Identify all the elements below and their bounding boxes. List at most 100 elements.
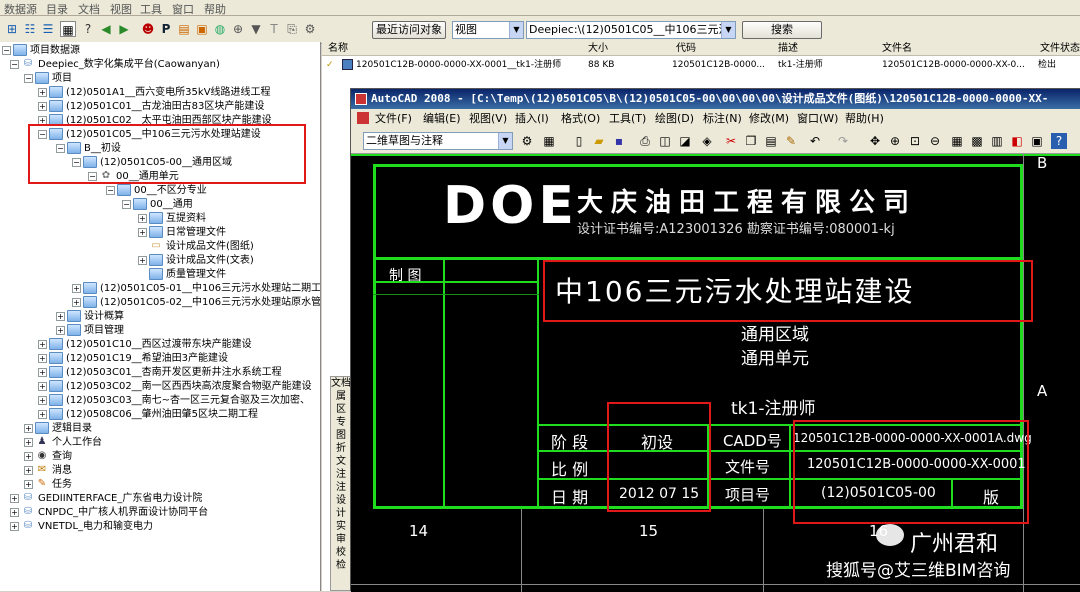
grid-icon[interactable]: ▦ (60, 21, 76, 37)
menu-document[interactable]: 文档 (78, 1, 100, 17)
expand-icon[interactable]: + (138, 255, 147, 265)
chevron-down-icon[interactable]: ▼ (721, 22, 735, 38)
copy-icon[interactable]: ❐ (743, 133, 759, 149)
back-icon[interactable]: ◀ (98, 21, 114, 37)
tree-node-area[interactable]: + (12)0501C05-02__中106三元污水处理站原水管 (72, 296, 320, 310)
collapse-icon[interactable]: − (106, 185, 115, 195)
expand-icon[interactable]: + (38, 409, 47, 419)
preview-icon[interactable]: ◫ (657, 133, 673, 149)
expand-icon[interactable]: + (138, 213, 147, 223)
match-properties-icon[interactable]: ✎ (783, 133, 799, 149)
tree-node-project[interactable]: + (12)0503C01__杏南开发区更新井注水系统工程 (38, 366, 282, 380)
expand-icon[interactable]: + (10, 521, 19, 531)
list-icon[interactable]: ☰ (40, 21, 56, 37)
help-icon[interactable]: ? (1051, 133, 1067, 149)
column-size[interactable]: 大小 (588, 42, 608, 56)
acad-menu-file[interactable]: 文件(F) (375, 109, 412, 128)
menu-catalog[interactable]: 目录 (46, 1, 68, 17)
tree-node-project[interactable]: + (12)0501C01__古龙油田古83区块产能建设 (38, 100, 264, 114)
expand-icon[interactable]: + (72, 297, 81, 307)
expand-icon[interactable]: + (10, 493, 19, 503)
text-icon[interactable]: T (266, 21, 282, 37)
tree-node-message[interactable]: + ✉ 消息 (24, 464, 72, 478)
open-icon[interactable]: ▰ (591, 133, 607, 149)
toolbar-icon[interactable]: ▦ (541, 133, 557, 149)
autocad-title-bar[interactable]: AutoCAD 2008 - [C:\Temp\(12)0501C05\B\(1… (351, 89, 1080, 109)
acad-menu-modify[interactable]: 修改(M) (749, 109, 789, 128)
autocad-app-icon[interactable] (355, 93, 367, 105)
menu-datasource[interactable]: 数据源 (4, 1, 37, 17)
acad-menu-edit[interactable]: 编辑(E) (423, 109, 461, 128)
tree-node-task[interactable]: + ✎ 任务 (24, 478, 72, 492)
tree-node-spec[interactable]: −00__不区分专业 (106, 184, 207, 198)
column-description[interactable]: 描述 (778, 42, 798, 56)
view-select[interactable]: 视图 ▼ (452, 21, 524, 39)
expand-icon[interactable]: + (38, 339, 47, 349)
acad-menu-draw[interactable]: 绘图(D) (655, 109, 694, 128)
properties-icon[interactable]: ▦ (949, 133, 965, 149)
chevron-down-icon[interactable]: ▼ (498, 133, 512, 149)
tree-node-project[interactable]: + (12)0508C06__肇州油田肇5区块二期工程 (38, 408, 258, 422)
acad-menu-tools[interactable]: 工具(T) (609, 109, 646, 128)
tree-node-datasource[interactable]: + ⛁ VNETDL_电力和输变电力 (10, 520, 153, 534)
tree-node-query[interactable]: + ◉ 查询 (24, 450, 72, 464)
globe-icon[interactable]: ◍ (212, 21, 228, 37)
save-icon[interactable]: ▪ (611, 133, 627, 149)
help-icon[interactable]: ? (80, 21, 96, 37)
expand-icon[interactable]: + (56, 325, 65, 335)
zoom-previous-icon[interactable]: ⊖ (927, 133, 943, 149)
acad-menu-window[interactable]: 窗口(W) (797, 109, 838, 128)
expand-icon[interactable]: + (10, 507, 19, 517)
collapse-icon[interactable]: − (10, 59, 19, 69)
acad-menu-format[interactable]: 格式(O) (561, 109, 600, 128)
cut-icon[interactable]: ✂ (723, 133, 739, 149)
tree-node-project[interactable]: + (12)0501A1__西六变电所35kV线路进线工程 (38, 86, 271, 100)
user-icon[interactable]: ☻ (140, 21, 156, 37)
tree-node-projects[interactable]: − 项目 (24, 72, 72, 86)
table-row[interactable]: ✓ 120501C12B-0000-0000-XX-0001__tk1-注册师 … (322, 58, 1080, 72)
acad-menu-view[interactable]: 视图(V) (469, 109, 507, 128)
menu-window[interactable]: 窗口 (172, 1, 194, 17)
tree-node-pm[interactable]: + 项目管理 (56, 324, 124, 338)
expand-icon[interactable]: + (24, 479, 33, 489)
autocad-doc-icon[interactable] (357, 112, 369, 124)
tree-node-folder-open[interactable]: ▭ 设计成品文件(图纸) (149, 240, 254, 254)
expand-icon[interactable]: + (38, 101, 47, 111)
new-icon[interactable]: ▯ (571, 133, 587, 149)
markup-icon[interactable]: ◧ (1009, 133, 1025, 149)
tree-node-folder[interactable]: + 日常管理文件 (138, 226, 226, 240)
column-filename[interactable]: 文件名 (882, 42, 912, 56)
side-label[interactable]: 文档 (331, 377, 351, 390)
document-icon[interactable]: ▤ (176, 21, 192, 37)
paste-icon[interactable]: ▤ (763, 133, 779, 149)
collapse-icon[interactable]: − (2, 45, 11, 55)
tree-node-area[interactable]: + (12)0501C05-01__中106三元污水处理站二期工 (72, 282, 320, 296)
tree-node-datasource[interactable]: + ⛁ CNPDC_中广核人机界面设计协同平台 (10, 506, 208, 520)
tree-icon[interactable]: ☷ (22, 21, 38, 37)
hierarchy-icon[interactable]: ⊞ (4, 21, 20, 37)
calculator-icon[interactable]: ▣ (1029, 133, 1045, 149)
settings-icon[interactable]: ⚙ (302, 21, 318, 37)
tree-node-project[interactable]: + (12)0501C19__希望油田3产能建设 (38, 352, 228, 366)
expand-icon[interactable]: + (138, 227, 147, 237)
filter-icon[interactable]: ▼ (248, 21, 264, 37)
menu-view[interactable]: 视图 (110, 1, 132, 17)
menu-tools[interactable]: 工具 (140, 1, 162, 17)
expand-icon[interactable]: + (72, 283, 81, 293)
tree-node-personal[interactable]: + ♟ 个人工作台 (24, 436, 102, 450)
expand-icon[interactable]: + (24, 451, 33, 461)
zoom-icon[interactable]: ⊕ (887, 133, 903, 149)
chevron-down-icon[interactable]: ▼ (509, 22, 523, 38)
tree-node-project[interactable]: + (12)0501C10__西区过渡带东块产能建设 (38, 338, 252, 352)
tree-node-logic[interactable]: + 逻辑目录 (24, 422, 92, 436)
zoom-window-icon[interactable]: ⊡ (907, 133, 923, 149)
tree-node-folder[interactable]: + 互提资料 (138, 212, 206, 226)
property-icon[interactable]: P (158, 21, 174, 37)
tree-node-folder[interactable]: 质量管理文件 (149, 268, 226, 282)
workspace-select[interactable]: 二维草图与注释 ▼ (363, 132, 513, 150)
pan-icon[interactable]: ✥ (867, 133, 883, 149)
expand-icon[interactable]: + (38, 367, 47, 377)
tool-palette-icon[interactable]: ▥ (989, 133, 1005, 149)
column-name[interactable]: 名称 (328, 42, 348, 56)
tree-node-root[interactable]: − 项目数据源 (2, 44, 80, 58)
